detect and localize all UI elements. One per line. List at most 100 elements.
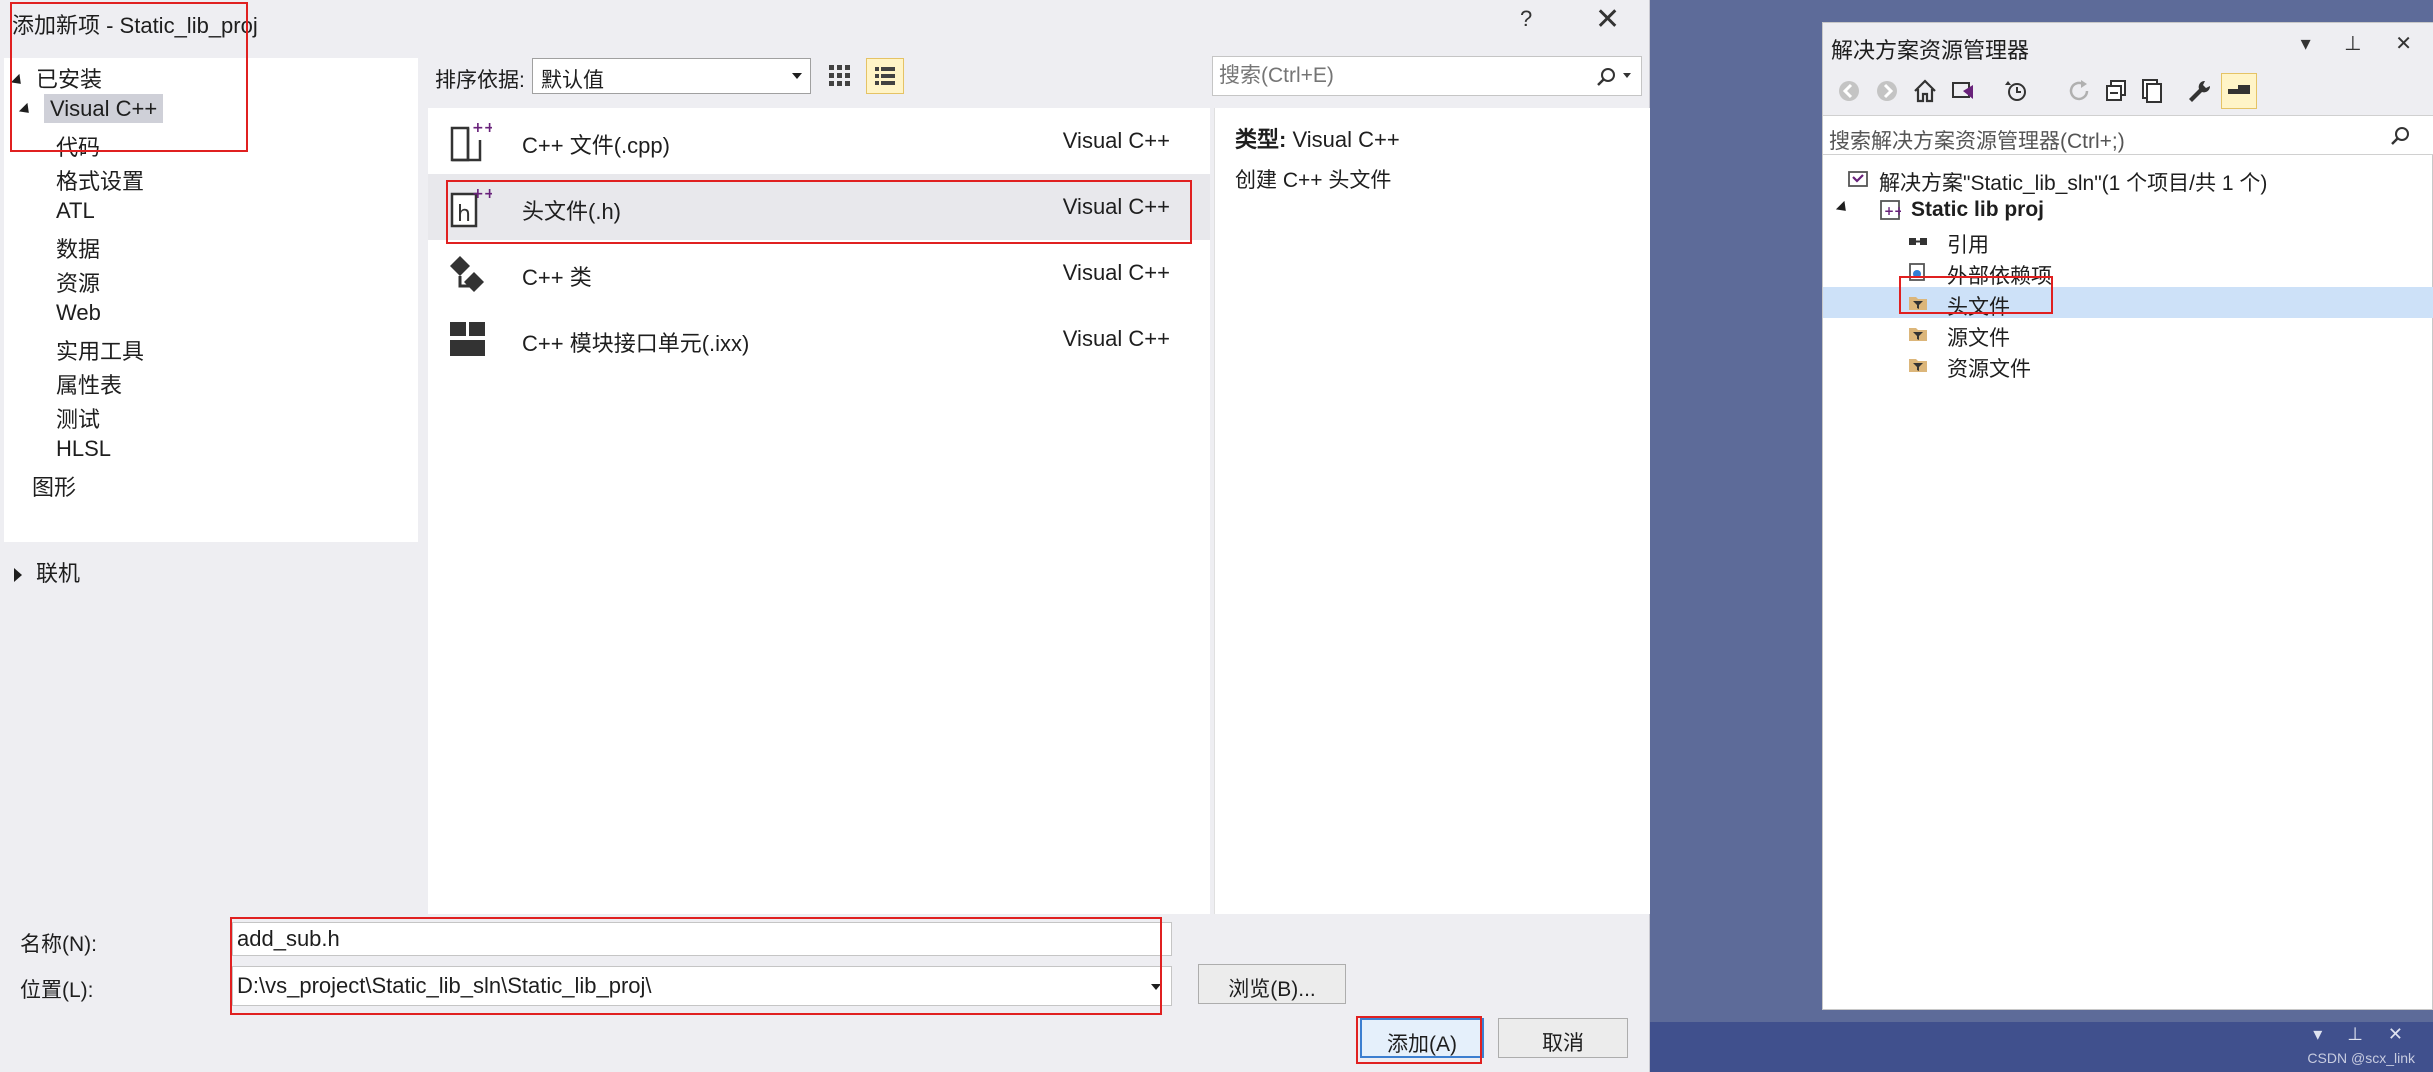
- template-list: ++ C++ 文件(.cpp) Visual C++ h ++ 头文件(.h) …: [428, 108, 1210, 914]
- resource-files-label: 资源文件: [1947, 358, 2031, 381]
- tree-item-test[interactable]: 测试: [56, 402, 100, 434]
- collapsed-arrow-icon: [14, 568, 22, 583]
- sort-value: 默认值: [541, 69, 604, 92]
- source-files-node[interactable]: 源文件: [1823, 318, 2433, 350]
- solution-explorer-search[interactable]: 搜索解决方案资源管理器(Ctrl+;): [1823, 115, 2433, 155]
- tree-item-graphics[interactable]: 图形: [32, 470, 76, 502]
- references-label: 引用: [1947, 234, 1989, 257]
- list-view-button[interactable]: [866, 58, 904, 94]
- filter-folder-icon: [1909, 359, 1927, 372]
- show-all-files-icon[interactable]: [2137, 77, 2165, 105]
- name-label: 名称(N):: [20, 933, 97, 956]
- tree-item-hlsl[interactable]: HLSL: [56, 436, 111, 462]
- tree-item-property-sheet[interactable]: 属性表: [56, 368, 122, 400]
- filter-folder-icon: [1909, 328, 1927, 341]
- filter-folder-icon: [1909, 297, 1927, 310]
- template-name: C++ 类: [522, 265, 592, 290]
- help-button[interactable]: ?: [1520, 6, 1532, 32]
- solution-icon: [1848, 171, 1868, 187]
- add-button[interactable]: 添加(A): [1360, 1018, 1484, 1058]
- template-type: 类型: Visual C++: [1235, 122, 1400, 154]
- header-files-node[interactable]: 头文件: [1823, 287, 2433, 319]
- bottom-strip: ▾ ⊥ ✕ CSDN @scx_link: [1650, 1022, 2433, 1072]
- type-label: 类型:: [1235, 127, 1287, 152]
- cpp-class-icon: [450, 256, 484, 292]
- template-name: C++ 模块接口单元(.ixx): [522, 331, 750, 356]
- template-details-pane: 类型: Visual C++ 创建 C++ 头文件: [1214, 108, 1650, 914]
- template-item-module-interface[interactable]: C++ 模块接口单元(.ixx) Visual C++: [428, 306, 1210, 372]
- solution-explorer-toolbar: [1823, 67, 2433, 115]
- add-new-item-dialog: 添加新项 - Static_lib_proj ? ✕ 已安装 Visual C+…: [0, 0, 1650, 1072]
- template-language: Visual C++: [1062, 128, 1170, 153]
- tree-item-web[interactable]: Web: [56, 300, 101, 326]
- category-tree: 已安装 Visual C++ 代码 格式设置 ATL 数据 资源 Web 实用工…: [4, 58, 418, 542]
- external-dependencies-label: 外部依赖项: [1947, 265, 2052, 288]
- template-item-cpp-file[interactable]: ++ C++ 文件(.cpp) Visual C++: [428, 108, 1210, 174]
- template-name: 头文件(.h): [522, 199, 622, 224]
- tree-item-utility[interactable]: 实用工具: [56, 334, 144, 366]
- external-dependencies-node[interactable]: 外部依赖项: [1823, 256, 2433, 288]
- list-view-icon: [875, 67, 895, 85]
- tree-item-code[interactable]: 代码: [56, 130, 100, 162]
- svg-text:++: ++: [472, 186, 492, 202]
- sort-label: 排序依据:: [435, 69, 525, 92]
- project-label: Static lib proj: [1911, 198, 2045, 221]
- forward-icon[interactable]: [1873, 77, 1901, 105]
- search-icon[interactable]: [1595, 66, 1617, 88]
- module-interface-icon: [450, 322, 485, 356]
- sort-dropdown[interactable]: 默认值: [532, 58, 811, 94]
- expanded-arrow-icon: [10, 74, 26, 89]
- preview-icon: [2228, 85, 2250, 94]
- home-icon[interactable]: [1911, 77, 1939, 105]
- refresh-icon[interactable]: [2065, 77, 2093, 105]
- references-icon: [1909, 238, 1927, 245]
- switch-views-icon[interactable]: [1949, 77, 1977, 105]
- references-node[interactable]: 引用: [1823, 225, 2433, 257]
- tree-label: Visual C++: [44, 94, 164, 123]
- chevron-down-icon[interactable]: [1623, 73, 1631, 78]
- tree-item-resource[interactable]: 资源: [56, 266, 100, 298]
- properties-wrench-icon[interactable]: [2185, 77, 2213, 105]
- preview-selected-items-button[interactable]: [2221, 73, 2257, 109]
- collapse-all-icon[interactable]: [2103, 77, 2131, 105]
- grid-view-icon[interactable]: [824, 60, 856, 92]
- expanded-arrow-icon[interactable]: [1835, 200, 1851, 216]
- panel-window-controls[interactable]: ▾ ⊥ ✕: [2301, 31, 2426, 56]
- location-value: D:\vs_project\Static_lib_sln\Static_lib_…: [237, 973, 652, 998]
- template-search-box[interactable]: [1212, 56, 1642, 96]
- resource-files-node[interactable]: 资源文件: [1823, 349, 2433, 381]
- browse-button[interactable]: 浏览(B)...: [1198, 964, 1346, 1004]
- location-combobox[interactable]: D:\vs_project\Static_lib_sln\Static_lib_…: [232, 966, 1172, 1006]
- template-language: Visual C++: [1062, 194, 1170, 219]
- tree-item-formatting[interactable]: 格式设置: [56, 164, 144, 196]
- cpp-project-icon: ++: [1880, 200, 1901, 220]
- tree-item-atl[interactable]: ATL: [56, 198, 95, 224]
- solution-label: 解决方案"Static_lib_sln"(1 个项目/共 1 个): [1879, 172, 2268, 195]
- template-name: C++ 文件(.cpp): [522, 133, 670, 158]
- source-files-label: 源文件: [1947, 327, 2010, 350]
- template-item-cpp-class[interactable]: C++ 类 Visual C++: [428, 240, 1210, 306]
- project-node[interactable]: ++ Static lib proj: [1823, 194, 2433, 225]
- pending-changes-filter-icon[interactable]: [2003, 77, 2031, 105]
- template-search-input[interactable]: [1219, 63, 1579, 89]
- header-files-label: 头文件: [1947, 296, 2010, 319]
- tree-item-visual-cpp[interactable]: Visual C++: [18, 94, 164, 123]
- solution-explorer-title: 解决方案资源管理器: [1831, 38, 2030, 63]
- close-button[interactable]: ✕: [1595, 2, 1620, 37]
- cancel-button[interactable]: 取消: [1498, 1018, 1628, 1058]
- template-item-header-file[interactable]: h ++ 头文件(.h) Visual C++: [428, 174, 1210, 240]
- template-language: Visual C++: [1062, 260, 1170, 285]
- tree-item-online[interactable]: 联机: [14, 556, 80, 588]
- tree-item-installed[interactable]: 已安装: [10, 62, 103, 94]
- solution-node[interactable]: 解决方案"Static_lib_sln"(1 个项目/共 1 个): [1823, 163, 2433, 195]
- chevron-down-icon: [792, 73, 802, 79]
- window-controls[interactable]: ▾ ⊥ ✕: [2313, 1024, 2413, 1045]
- name-input[interactable]: [232, 922, 1172, 956]
- back-icon[interactable]: [1835, 77, 1863, 105]
- tree-item-data[interactable]: 数据: [56, 232, 100, 264]
- chevron-down-icon[interactable]: [1151, 984, 1161, 990]
- tree-label: 已安装: [36, 67, 103, 92]
- dialog-title: 添加新项 - Static_lib_proj: [12, 13, 258, 38]
- search-icon[interactable]: [2389, 125, 2411, 147]
- external-dependencies-icon: [1909, 263, 1925, 281]
